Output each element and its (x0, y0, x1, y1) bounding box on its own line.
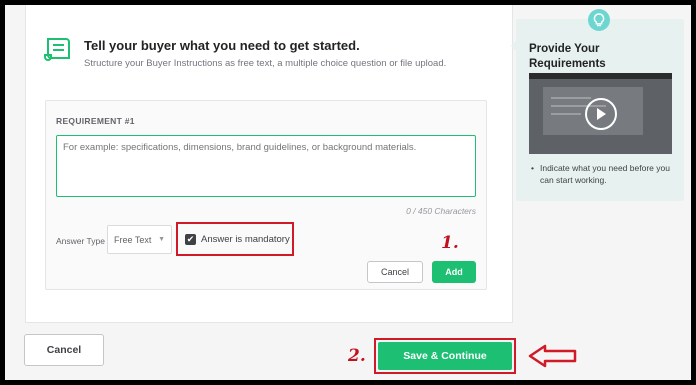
annotation-step-2: 2. (348, 346, 366, 366)
help-bullet: • Indicate what you need before you can … (531, 162, 676, 186)
cancel-button[interactable]: Cancel (24, 334, 104, 366)
play-icon[interactable] (585, 98, 617, 130)
tutorial-video[interactable] (529, 73, 672, 154)
page-frame: Tell your buyer what you need to get sta… (5, 5, 691, 380)
save-button-highlight: Save & Continue (374, 338, 516, 374)
requirement-label: REQUIREMENT #1 (56, 116, 135, 126)
help-card: Provide Your Requirements • Indicate wha… (511, 9, 684, 201)
scroll-icon (44, 38, 70, 61)
requirement-input[interactable] (56, 135, 476, 197)
answer-type-value: Free Text (114, 234, 152, 245)
chevron-down-icon: ▼ (158, 236, 165, 243)
character-count: 0 / 450 Characters (406, 206, 476, 216)
mandatory-checkbox-highlight[interactable]: ✔ Answer is mandatory (176, 222, 294, 256)
left-arrow-icon (528, 344, 577, 368)
answer-type-select[interactable]: Free Text ▼ (107, 225, 172, 254)
page-subtitle: Structure your Buyer Instructions as fre… (84, 58, 447, 69)
answer-type-label: Answer Type (56, 236, 105, 246)
requirement-box: REQUIREMENT #1 0 / 450 Characters Answer… (45, 100, 487, 290)
save-continue-button[interactable]: Save & Continue (378, 342, 512, 370)
requirements-card: Tell your buyer what you need to get sta… (25, 5, 513, 323)
help-bullet-text: Indicate what you need before you can st… (539, 163, 670, 185)
checkmark-icon[interactable]: ✔ (185, 233, 196, 245)
help-card-title: Provide Your Requirements (529, 43, 606, 70)
add-requirement-button[interactable]: Add (432, 261, 476, 283)
page-title: Tell your buyer what you need to get sta… (84, 38, 360, 53)
requirement-cancel-button[interactable]: Cancel (367, 261, 423, 283)
mandatory-label[interactable]: Answer is mandatory (201, 234, 290, 245)
annotation-step-1: 1. (441, 233, 459, 253)
lightbulb-icon (588, 9, 610, 31)
